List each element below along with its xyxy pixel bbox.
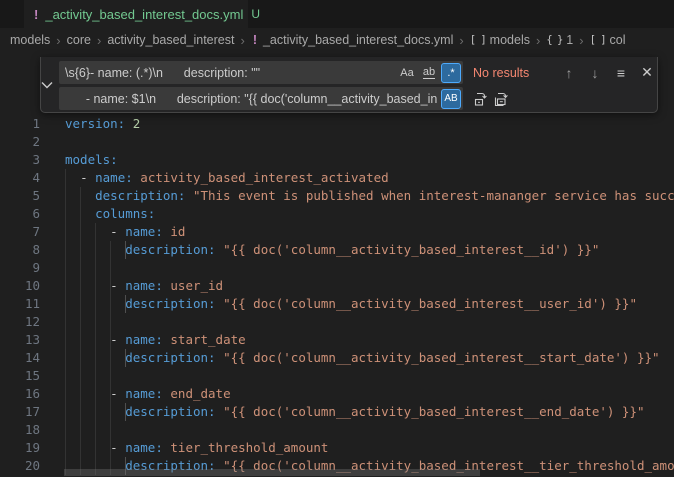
line-number: 3 [0,151,40,169]
find-input[interactable] [59,66,397,80]
line-number: 14 [0,349,40,367]
whole-word-button[interactable]: ab [419,63,439,83]
code-text: description: "{{ doc('column__activity_b… [65,403,645,421]
code-line[interactable]: 11 description: "{{ doc('column__activit… [0,295,674,313]
chevron-down-icon [41,81,53,89]
line-number: 9 [0,259,40,277]
code-line[interactable]: 17 description: "{{ doc('column__activit… [0,403,674,421]
line-number: 11 [0,295,40,313]
replace-button[interactable] [471,89,491,109]
code-line[interactable]: 16 - name: end_date [0,385,674,403]
replace-row: AB [59,87,659,110]
line-number: 12 [0,313,40,331]
code-line[interactable]: 19 - name: tier_threshold_amount [0,439,674,457]
find-row: Aa ab .* No results ↑ ↓ ≡ ✕ [59,61,659,84]
line-number: 1 [0,115,40,133]
replace-all-icon [493,91,509,107]
code-text: - name: user_id [65,277,223,295]
line-number: 5 [0,187,40,205]
code-text: - name: activity_based_interest_activate… [65,169,389,187]
code-line[interactable]: 7 - name: id [0,223,674,241]
line-number: 8 [0,241,40,259]
line-number: 17 [0,403,40,421]
horizontal-scrollbar[interactable] [64,469,480,476]
code-line[interactable]: 14 description: "{{ doc('column__activit… [0,349,674,367]
toggle-replace-button[interactable] [41,57,53,112]
line-number: 18 [0,421,40,439]
line-number: 2 [0,133,40,151]
regex-button[interactable]: .* [441,63,461,83]
line-number: 7 [0,223,40,241]
line-number: 13 [0,331,40,349]
line-number: 10 [0,277,40,295]
find-in-selection-button[interactable]: ≡ [611,63,631,83]
replace-input[interactable] [59,92,441,106]
code-line[interactable]: 6 columns: [0,205,674,223]
match-case-button[interactable]: Aa [397,63,417,83]
code-line[interactable]: 13 - name: start_date [0,331,674,349]
code-line[interactable]: 2 [0,133,674,151]
find-results-count: No results [473,66,559,80]
line-number: 15 [0,367,40,385]
line-number: 6 [0,205,40,223]
code-text: - name: end_date [65,385,231,403]
code-text: description: "{{ doc('column__activity_b… [65,295,637,313]
code-text: - name: id [65,223,185,241]
vscode-window: ! _activity_based_interest_docs.yml U mo… [0,0,674,477]
next-match-button[interactable]: ↓ [585,63,605,83]
previous-match-button[interactable]: ↑ [559,63,579,83]
preserve-case-button[interactable]: AB [441,89,461,109]
code-line[interactable]: 3 models: [0,151,674,169]
line-number: 16 [0,385,40,403]
code-text: - name: tier_threshold_amount [65,439,328,457]
code-text: description: "{{ doc('column__activity_b… [65,349,660,367]
code-text: - name: start_date [65,331,246,349]
line-number: 4 [0,169,40,187]
close-find-widget-button[interactable]: ✕ [637,63,657,83]
code-text: columns: [65,205,155,223]
code-line[interactable]: 5 description: "This event is published … [0,187,674,205]
code-text: description: "{{ doc('column__activity_b… [65,241,599,259]
code-line[interactable]: 18 [0,421,674,439]
code-line[interactable]: 8 description: "{{ doc('column__activity… [0,241,674,259]
code-line[interactable]: 15 [0,367,674,385]
line-number: 20 [0,457,40,475]
replace-input-box: AB [59,87,463,110]
code-line[interactable]: 4 - name: activity_based_interest_activa… [0,169,674,187]
code-line[interactable]: 1 version: 2 [0,115,674,133]
code-text: models: [65,151,118,169]
code-line[interactable]: 9 [0,259,674,277]
find-input-box: Aa ab .* [59,61,463,84]
code-line[interactable]: 12 [0,313,674,331]
replace-all-button[interactable] [491,89,511,109]
code-text: version: 2 [65,115,140,133]
replace-icon [473,91,489,107]
line-number: 19 [0,439,40,457]
code-line[interactable]: 10 - name: user_id [0,277,674,295]
find-widget: Aa ab .* No results ↑ ↓ ≡ ✕ AB [40,57,658,113]
code-text: description: "This event is published wh… [65,187,674,205]
